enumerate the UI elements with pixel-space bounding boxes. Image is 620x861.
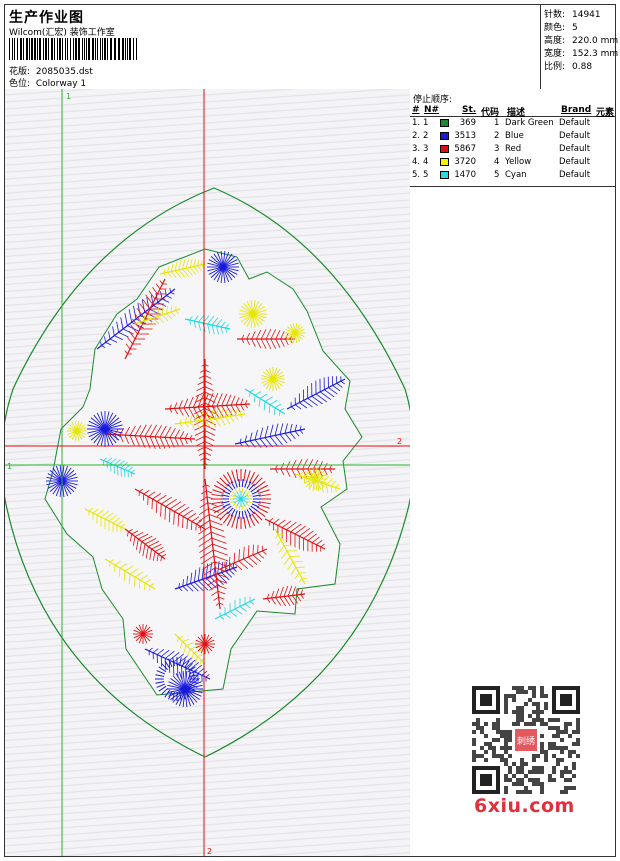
header-info: 生产作业图 Wilcom(汇宏) 装饰工作室 花版: 2085035.dst 色…	[5, 5, 540, 89]
barcode	[9, 38, 137, 60]
colorway-value: Colorway 1	[35, 79, 87, 89]
row-stitches: 5867	[454, 144, 476, 154]
stat-width: 宽度: 152.3 mm	[544, 46, 618, 59]
guide-label-top: 1	[66, 92, 71, 101]
row-needle: 2	[423, 131, 429, 141]
colorway-row: 色位: Colorway 1	[9, 76, 86, 89]
qr-stamp-text: 刺绣	[517, 735, 535, 747]
stat-height: 高度: 220.0 mm	[544, 33, 618, 46]
table-row: 3. 3 5867 3 Red Default	[410, 143, 615, 156]
production-sheet: 生产作业图 Wilcom(汇宏) 装饰工作室 花版: 2085035.dst 色…	[4, 4, 618, 857]
row-desc: Dark Green	[505, 118, 554, 128]
color-swatch	[440, 132, 449, 140]
row-brand: Default	[559, 144, 591, 154]
stat-label: 颜色:	[544, 23, 566, 33]
embroidery-preview: 1 2 1 2	[5, 89, 410, 856]
company-name: Wilcom(汇宏) 装饰工作室	[9, 28, 115, 38]
stat-value: 152.3 mm	[572, 49, 619, 59]
col-needle: N#	[424, 105, 440, 115]
row-code: 1	[494, 118, 500, 128]
color-swatch	[440, 158, 449, 166]
table-row: 5. 5 1470 5 Cyan Default	[410, 169, 615, 182]
row-stitches: 369	[459, 118, 476, 128]
stop-table-header: # N# St. 代码 描述 Brand 元素	[410, 104, 615, 118]
table-row: 2. 2 3513 2 Blue Default	[410, 130, 615, 143]
row-brand: Default	[559, 170, 591, 180]
stat-label: 高度:	[544, 36, 566, 46]
stat-value: 5	[572, 23, 578, 33]
guide-label-bottom: 2	[207, 847, 212, 856]
qr-code: 刺绣	[472, 686, 580, 794]
table-row: 1. 1 369 1 Dark Green Default	[410, 117, 615, 130]
row-num: 3.	[412, 144, 421, 154]
row-needle: 3	[423, 144, 429, 154]
row-code: 3	[494, 144, 500, 154]
row-stitches: 3720	[454, 157, 476, 167]
row-desc: Red	[505, 144, 522, 154]
table-divider	[410, 186, 615, 187]
stats-panel: 针数: 14941 颜色: 5 高度: 220.0 mm 宽度: 152.3 mm 比例…	[540, 5, 618, 89]
row-desc: Blue	[505, 131, 524, 141]
guide-label-right: 2	[397, 437, 402, 446]
row-num: 5.	[412, 170, 421, 180]
row-desc: Cyan	[505, 170, 527, 180]
row-stitches: 1470	[454, 170, 476, 180]
design-canvas: 1 2 1 2	[5, 89, 411, 856]
row-code: 2	[494, 131, 500, 141]
watermark-logo: 6xiu.com	[474, 795, 575, 817]
stat-colors: 颜色: 5	[544, 20, 578, 33]
stop-sequence-panel: 停止顺序: # N# St. 代码 描述 Brand 元素 1. 1 369 1…	[410, 89, 615, 856]
guide-label-left: 1	[7, 462, 12, 471]
page-title: 生产作业图	[9, 10, 84, 26]
row-code: 4	[494, 157, 500, 167]
row-stitches: 3513	[454, 131, 476, 141]
row-num: 4.	[412, 157, 421, 167]
stat-stitches: 针数: 14941	[544, 7, 601, 20]
stat-value: 0.88	[572, 62, 593, 72]
color-swatch	[440, 119, 449, 127]
stat-value: 220.0 mm	[572, 36, 619, 46]
table-row: 4. 4 3720 4 Yellow Default	[410, 156, 615, 169]
row-num: 2.	[412, 131, 421, 141]
stat-scale: 比例: 0.88	[544, 59, 592, 72]
row-needle: 4	[423, 157, 429, 167]
row-num: 1.	[412, 118, 421, 128]
colorway-label: 色位:	[9, 79, 31, 89]
col-num: #	[412, 105, 420, 115]
row-code: 5	[494, 170, 500, 180]
col-stitches: St.	[462, 105, 477, 115]
col-brand: Brand	[561, 105, 592, 115]
row-brand: Default	[559, 157, 591, 167]
qr-graphic: 刺绣	[472, 686, 580, 794]
sheet-header: 生产作业图 Wilcom(汇宏) 装饰工作室 花版: 2085035.dst 色…	[5, 5, 618, 90]
row-needle: 1	[423, 118, 429, 128]
stat-label: 宽度:	[544, 49, 566, 59]
stat-value: 14941	[572, 10, 601, 20]
row-desc: Yellow	[505, 157, 532, 167]
row-needle: 5	[423, 170, 429, 180]
row-brand: Default	[559, 131, 591, 141]
stat-label: 针数:	[544, 10, 566, 20]
stop-table-rows: 1. 1 369 1 Dark Green Default 2. 2 3513 …	[410, 117, 615, 182]
color-swatch	[440, 171, 449, 179]
stat-label: 比例:	[544, 62, 566, 72]
row-brand: Default	[559, 118, 591, 128]
color-swatch	[440, 145, 449, 153]
